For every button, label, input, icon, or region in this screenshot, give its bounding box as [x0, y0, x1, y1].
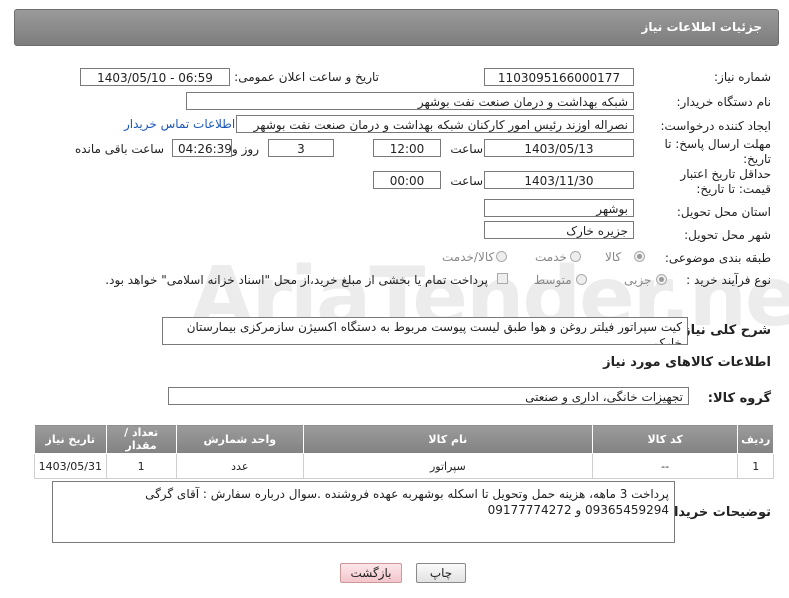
- validity-date-field[interactable]: 1403/11/30: [484, 171, 634, 189]
- need-number-label: شماره نیاز:: [714, 70, 771, 84]
- announce-label: تاریخ و ساعت اعلان عمومی:: [234, 70, 379, 84]
- items-table: تاریخ نیاز تعداد / مقدار واحد شمارش نام …: [34, 424, 774, 479]
- buyer-org-field[interactable]: شبکه بهداشت و درمان صنعت نفت بوشهر: [186, 92, 634, 110]
- deadline-time-label: ساعت: [450, 142, 483, 156]
- panel-header: جزئیات اطلاعات نیاز: [14, 9, 779, 46]
- buyer-notes-label: توضیحات خریدار:: [661, 505, 771, 520]
- col-name-header: نام کالا: [302, 424, 593, 454]
- description-label: شرح کلی نیاز:: [677, 323, 771, 338]
- cell-row: 1: [737, 453, 774, 479]
- process-radio-minor[interactable]: [656, 274, 667, 285]
- goods-info-title: اطلاعات کالاهای مورد نیاز: [603, 355, 771, 370]
- col-row-header: ردیف: [737, 424, 774, 454]
- deadline-date-field[interactable]: 1403/05/13: [484, 139, 634, 157]
- process-option-minor: جزیی: [624, 273, 652, 287]
- category-radio-service[interactable]: [570, 251, 581, 262]
- table-header-row: تاریخ نیاز تعداد / مقدار واحد شمارش نام …: [34, 424, 774, 454]
- province-field[interactable]: بوشهر: [484, 199, 634, 217]
- panel-title: جزئیات اطلاعات نیاز: [641, 20, 762, 34]
- city-label: شهر محل تحویل:: [684, 228, 771, 242]
- category-option-both: کالا/خدمت: [442, 250, 495, 264]
- category-radio-goods[interactable]: [634, 251, 645, 262]
- category-label: طبقه بندی موضوعی:: [664, 251, 771, 265]
- goods-group-field[interactable]: تجهیزات خانگی، اداری و صنعتی: [168, 387, 689, 405]
- col-unit-header: واحد شمارش: [175, 424, 304, 454]
- validity-label: حداقل تاریخ اعتبار قیمت: تا تاریخ:: [680, 167, 771, 196]
- category-option-goods: کالا: [605, 250, 622, 264]
- description-field[interactable]: کیت سپراتور فیلتر روغن و هوا طبق لیست پی…: [162, 317, 688, 345]
- goods-group-label: گروه کالا:: [707, 391, 771, 406]
- days-count-field[interactable]: 3: [268, 139, 334, 157]
- cell-unit: عدد: [175, 453, 304, 479]
- cell-quantity: 1: [105, 453, 177, 479]
- print-button[interactable]: چاپ: [416, 563, 466, 583]
- deadline-time-field[interactable]: 12:00: [373, 139, 441, 157]
- cell-code: --: [591, 453, 739, 479]
- category-option-service: خدمت: [535, 250, 567, 264]
- need-number-field[interactable]: 1103095166000177: [484, 68, 634, 86]
- buyer-notes-field[interactable]: پرداخت 3 ماهه، هزینه حمل وتحویل تا اسکله…: [52, 481, 675, 543]
- validity-time-label: ساعت: [450, 174, 483, 188]
- deadline-label: مهلت ارسال پاسخ: تا تاریخ:: [664, 137, 771, 166]
- creator-field[interactable]: نصراله اوزند رئیس امور کارکنان شبکه بهدا…: [236, 115, 634, 133]
- remaining-label: ساعت باقی مانده: [74, 142, 164, 156]
- table-row[interactable]: 1403/05/31 1 عدد سپراتور -- 1: [34, 453, 774, 479]
- process-radio-medium[interactable]: [576, 274, 587, 285]
- col-code-header: کد کالا: [591, 424, 739, 454]
- contact-info-link[interactable]: اطلاعات تماس خریدار: [124, 117, 235, 131]
- col-quantity-header: تعداد / مقدار: [105, 424, 177, 454]
- back-button[interactable]: بازگشت: [340, 563, 402, 583]
- process-label: نوع فرآیند خرید :: [686, 273, 771, 287]
- announce-field[interactable]: 1403/05/10 - 06:59: [80, 68, 230, 86]
- col-date-header: تاریخ نیاز: [34, 424, 107, 454]
- city-field[interactable]: جزیره خارک: [484, 221, 634, 239]
- payment-checkbox[interactable]: [497, 273, 508, 284]
- buyer-org-label: نام دستگاه خریدار:: [676, 95, 772, 109]
- days-and-label: روز و: [232, 142, 259, 156]
- category-radio-both[interactable]: [496, 251, 507, 262]
- validity-time-field[interactable]: 00:00: [373, 171, 441, 189]
- remaining-time-field[interactable]: 04:26:39: [172, 139, 232, 157]
- process-option-medium: متوسط: [534, 273, 572, 287]
- creator-label: ایجاد کننده درخواست:: [660, 119, 771, 133]
- province-label: استان محل تحویل:: [676, 205, 771, 219]
- cell-date: 1403/05/31: [34, 453, 107, 479]
- cell-name: سپراتور: [302, 453, 593, 479]
- payment-note: پرداخت تمام یا بخشی از مبلغ خرید،از محل …: [105, 273, 488, 287]
